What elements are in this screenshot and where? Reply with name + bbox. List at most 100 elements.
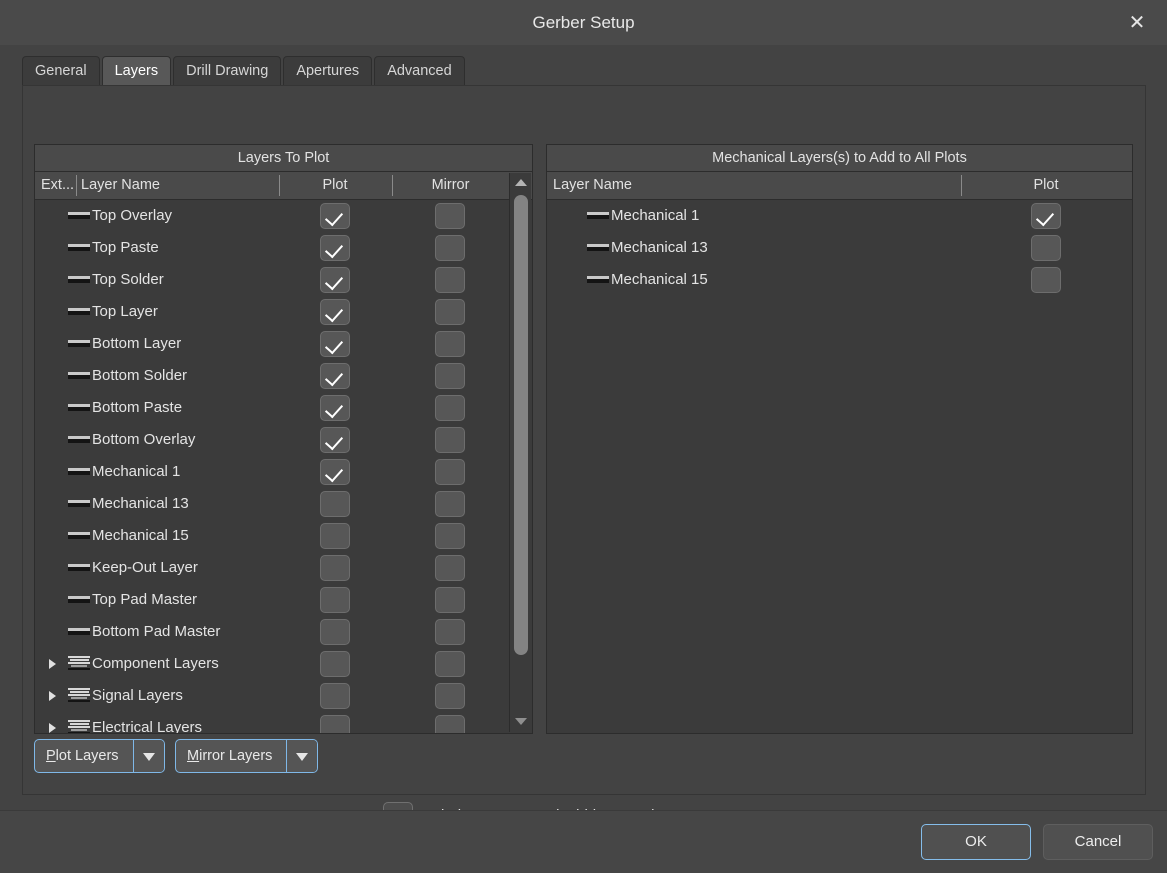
table-row[interactable]: Bottom Paste — [35, 392, 532, 424]
layer-name-cell[interactable]: Bottom Paste — [68, 392, 182, 424]
plot-checkbox[interactable] — [320, 235, 350, 261]
mirror-layers-label[interactable]: Mirror Layers — [176, 740, 286, 772]
layers-to-plot-row-list[interactable]: Top Overlay Top Paste Top Solder Top Layer B… — [35, 200, 532, 733]
layer-name-cell[interactable]: Mechanical 13 — [68, 488, 189, 520]
mirror-checkbox[interactable] — [435, 363, 465, 389]
column-header-plot[interactable]: Plot — [279, 172, 391, 199]
tab-advanced[interactable]: Advanced — [374, 56, 465, 86]
expand-triangle-icon[interactable] — [49, 691, 56, 701]
mirror-checkbox[interactable] — [435, 427, 465, 453]
plot-checkbox[interactable] — [320, 427, 350, 453]
plot-checkbox[interactable] — [320, 299, 350, 325]
table-row[interactable]: Top Pad Master — [35, 584, 532, 616]
layer-name-cell[interactable]: Mechanical 15 — [68, 520, 189, 552]
table-row[interactable]: Keep-Out Layer — [35, 552, 532, 584]
column-header-layer-name[interactable]: Layer Name — [81, 172, 160, 199]
layer-name-cell[interactable]: Top Paste — [68, 232, 159, 264]
mirror-checkbox[interactable] — [435, 651, 465, 677]
plot-checkbox[interactable] — [320, 555, 350, 581]
table-row[interactable]: Top Paste — [35, 232, 532, 264]
plot-checkbox[interactable] — [1031, 203, 1061, 229]
layer-name-cell[interactable]: Bottom Solder — [68, 360, 187, 392]
layer-name-cell[interactable]: Electrical Layers — [68, 712, 202, 733]
layer-name-cell[interactable]: Bottom Pad Master — [68, 616, 220, 648]
layer-name-cell[interactable]: Keep-Out Layer — [68, 552, 198, 584]
mirror-layers-button[interactable]: Mirror Layers — [175, 739, 318, 773]
column-divider[interactable] — [76, 175, 77, 196]
plot-checkbox[interactable] — [320, 619, 350, 645]
table-row[interactable]: Bottom Layer — [35, 328, 532, 360]
column-header-ext[interactable]: Ext... — [41, 172, 74, 199]
plot-checkbox[interactable] — [320, 683, 350, 709]
plot-checkbox[interactable] — [320, 331, 350, 357]
plot-checkbox[interactable] — [320, 363, 350, 389]
ok-button[interactable]: OK — [921, 824, 1031, 860]
close-icon[interactable]: ✕ — [1117, 7, 1157, 39]
table-row[interactable]: Electrical Layers — [35, 712, 532, 733]
layer-name-cell[interactable]: Component Layers — [68, 648, 219, 680]
table-row[interactable]: Mechanical 1 — [547, 200, 1132, 232]
column-header-plot[interactable]: Plot — [961, 172, 1131, 199]
table-row[interactable]: Bottom Solder — [35, 360, 532, 392]
tab-general[interactable]: General — [22, 56, 100, 86]
scroll-down-arrow-icon[interactable] — [510, 714, 532, 730]
layer-name-cell[interactable]: Bottom Layer — [68, 328, 181, 360]
plot-checkbox[interactable] — [320, 523, 350, 549]
layer-name-cell[interactable]: Top Solder — [68, 264, 164, 296]
tab-layers[interactable]: Layers — [101, 56, 172, 86]
tab-drill-drawing[interactable]: Drill Drawing — [173, 56, 282, 86]
plot-checkbox[interactable] — [1031, 235, 1061, 261]
plot-checkbox[interactable] — [320, 459, 350, 485]
mirror-checkbox[interactable] — [435, 491, 465, 517]
mirror-checkbox[interactable] — [435, 299, 465, 325]
table-row[interactable]: Top Layer — [35, 296, 532, 328]
plot-checkbox[interactable] — [320, 587, 350, 613]
table-row[interactable]: Mechanical 15 — [547, 264, 1132, 296]
table-row[interactable]: Component Layers — [35, 648, 532, 680]
plot-checkbox[interactable] — [320, 651, 350, 677]
mirror-checkbox[interactable] — [435, 555, 465, 581]
plot-checkbox[interactable] — [320, 267, 350, 293]
scrollbar-thumb[interactable] — [514, 195, 528, 655]
layer-name-cell[interactable]: Signal Layers — [68, 680, 183, 712]
mechanical-layers-row-list[interactable]: Mechanical 1 Mechanical 13 Mechanical 15 — [547, 200, 1132, 733]
mirror-checkbox[interactable] — [435, 203, 465, 229]
table-row[interactable]: Mechanical 1 — [35, 456, 532, 488]
expand-triangle-icon[interactable] — [49, 659, 56, 669]
plot-checkbox[interactable] — [320, 715, 350, 733]
table-row[interactable]: Bottom Overlay — [35, 424, 532, 456]
table-row[interactable]: Top Overlay — [35, 200, 532, 232]
plot-checkbox[interactable] — [1031, 267, 1061, 293]
plot-layers-label[interactable]: Plot Layers — [35, 740, 133, 772]
layer-name-cell[interactable]: Top Overlay — [68, 200, 172, 232]
table-row[interactable]: Mechanical 15 — [35, 520, 532, 552]
plot-layers-button[interactable]: Plot Layers — [34, 739, 165, 773]
column-header-layer-name[interactable]: Layer Name — [553, 172, 632, 199]
mirror-checkbox[interactable] — [435, 587, 465, 613]
mirror-checkbox[interactable] — [435, 683, 465, 709]
mirror-checkbox[interactable] — [435, 267, 465, 293]
plot-checkbox[interactable] — [320, 203, 350, 229]
mirror-checkbox[interactable] — [435, 235, 465, 261]
mirror-checkbox[interactable] — [435, 459, 465, 485]
table-row[interactable]: Signal Layers — [35, 680, 532, 712]
table-row[interactable]: Bottom Pad Master — [35, 616, 532, 648]
layer-name-cell[interactable]: Mechanical 1 — [587, 200, 699, 232]
layer-name-cell[interactable]: Mechanical 13 — [587, 232, 708, 264]
chevron-down-icon[interactable] — [286, 740, 317, 772]
tab-apertures[interactable]: Apertures — [283, 56, 373, 86]
mirror-checkbox[interactable] — [435, 715, 465, 733]
mirror-checkbox[interactable] — [435, 619, 465, 645]
layer-name-cell[interactable]: Top Pad Master — [68, 584, 197, 616]
plot-checkbox[interactable] — [320, 395, 350, 421]
mirror-checkbox[interactable] — [435, 395, 465, 421]
column-header-mirror[interactable]: Mirror — [392, 172, 509, 199]
cancel-button[interactable]: Cancel — [1043, 824, 1153, 860]
mirror-checkbox[interactable] — [435, 523, 465, 549]
table-row[interactable]: Mechanical 13 — [35, 488, 532, 520]
mirror-checkbox[interactable] — [435, 331, 465, 357]
layer-name-cell[interactable]: Mechanical 15 — [587, 264, 708, 296]
plot-checkbox[interactable] — [320, 491, 350, 517]
layer-name-cell[interactable]: Bottom Overlay — [68, 424, 195, 456]
scroll-up-arrow-icon[interactable] — [510, 175, 532, 191]
